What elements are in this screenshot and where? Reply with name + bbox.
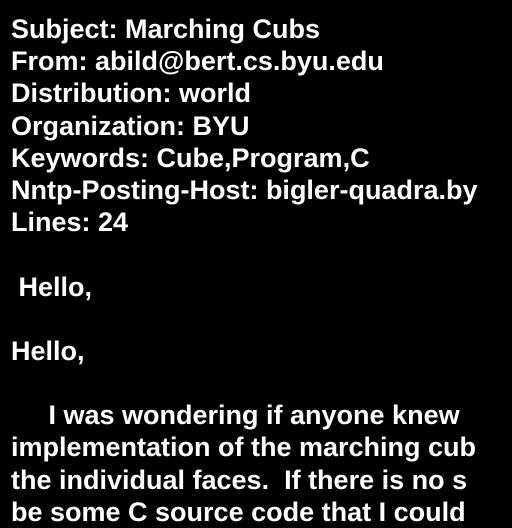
header-organization: Organization: BYU: [11, 110, 250, 141]
body-blank-line: [11, 238, 512, 270]
body-blank-line: [11, 367, 512, 399]
header-nntp-posting-host: Nntp-Posting-Host: bigler-quadra.by: [11, 174, 478, 205]
newsgroup-message: Subject: Marching Cubs From: abild@bert.…: [11, 13, 512, 528]
body-paragraph-line: the individual faces. If there is no s: [11, 464, 468, 495]
body-blank-line: [11, 303, 512, 335]
body-paragraph-line: I was wondering if anyone knew: [11, 400, 460, 431]
header-keywords: Keywords: Cube,Program,C: [11, 142, 370, 173]
body-greeting-indented: Hello,: [11, 271, 93, 302]
body-greeting: Hello,: [11, 335, 85, 366]
header-lines: Lines: 24: [11, 207, 129, 238]
header-from: From: abild@bert.cs.byu.edu: [11, 46, 384, 77]
header-distribution: Distribution: world: [11, 78, 251, 109]
header-subject: Subject: Marching Cubs: [11, 14, 321, 44]
body-paragraph-line: implementation of the marching cub: [11, 432, 477, 463]
